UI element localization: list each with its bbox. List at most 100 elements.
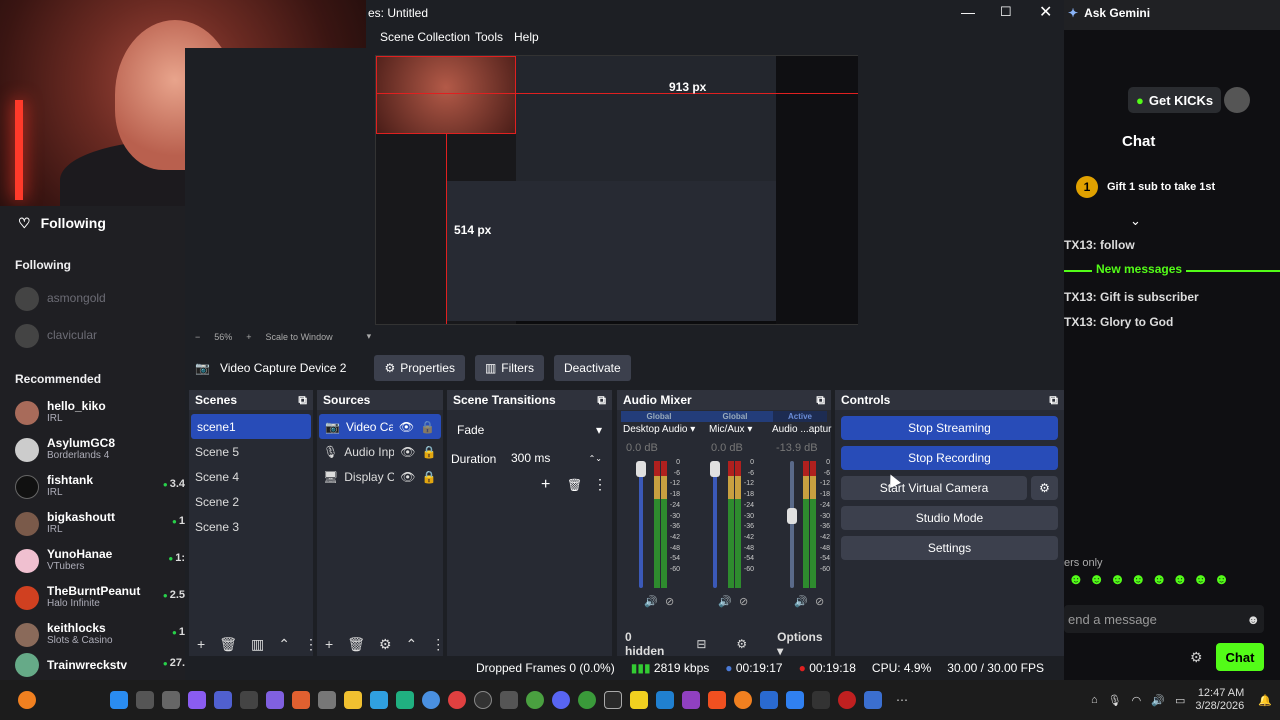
obs-icon[interactable] bbox=[474, 691, 492, 709]
monitor-off-icon[interactable]: ⊘ bbox=[665, 595, 674, 608]
emote-row[interactable]: ☻ ☻ ☻ ☻ ☻ ☻ ☻ ☻ bbox=[1064, 571, 1280, 593]
emote-icon[interactable]: ☻ bbox=[1151, 571, 1167, 593]
app-icon[interactable] bbox=[500, 691, 518, 709]
lock-icon[interactable]: 🔒 bbox=[421, 445, 436, 459]
more-icon[interactable]: ⋯ bbox=[896, 693, 908, 707]
chevron-up-icon[interactable]: ⌃ bbox=[278, 636, 290, 653]
brave-icon[interactable] bbox=[708, 691, 726, 709]
following-header[interactable]: ♡ Following bbox=[0, 206, 185, 240]
fader-knob[interactable] bbox=[710, 461, 720, 477]
undock-icon[interactable]: ⧉ bbox=[298, 393, 307, 408]
app-icon[interactable] bbox=[396, 691, 414, 709]
app-icon[interactable] bbox=[214, 691, 232, 709]
add-icon[interactable]: + bbox=[541, 476, 550, 494]
gear-icon[interactable]: ⚙ bbox=[736, 637, 747, 651]
sidebar-channel[interactable]: asmongold bbox=[0, 280, 185, 317]
widget-icon[interactable] bbox=[18, 691, 36, 709]
filter-icon[interactable]: ▥ bbox=[251, 636, 264, 653]
monitor-off-icon[interactable]: ⊘ bbox=[815, 595, 824, 608]
network-icon[interactable]: ⌂ bbox=[1091, 694, 1098, 706]
eye-icon[interactable]: 👁 bbox=[399, 420, 414, 434]
app-icon[interactable] bbox=[240, 691, 258, 709]
battery-icon[interactable]: ▭ bbox=[1175, 694, 1185, 707]
clock[interactable]: 12:47 AM 3/28/2026 bbox=[1195, 687, 1244, 713]
scene-item[interactable]: scene1 bbox=[191, 414, 311, 439]
start-icon[interactable] bbox=[110, 691, 128, 709]
trash-icon[interactable]: 🗑 bbox=[347, 636, 365, 653]
volume-fader[interactable] bbox=[713, 461, 717, 588]
speaker-icon[interactable]: 🔊 bbox=[794, 595, 808, 608]
browser-icon[interactable] bbox=[448, 691, 466, 709]
app-icon[interactable] bbox=[812, 691, 830, 709]
menu-help[interactable]: Help bbox=[514, 30, 539, 44]
scene-item[interactable]: Scene 3 bbox=[189, 514, 313, 539]
sidebar-channel[interactable]: AsylumGC8 Borderlands 4 bbox=[0, 431, 185, 468]
close-icon[interactable]: ✕ bbox=[1039, 2, 1052, 22]
emote-icon[interactable]: ☻ bbox=[1130, 571, 1146, 593]
eye-icon[interactable]: 👁 bbox=[400, 445, 415, 459]
gear-icon[interactable]: ⚙ bbox=[1190, 649, 1203, 666]
volume-icon[interactable]: 🔊 bbox=[1151, 694, 1165, 707]
emote-icon[interactable]: ☻ bbox=[1089, 571, 1105, 593]
zoom-out-icon[interactable]: − bbox=[195, 332, 200, 342]
start-virtual-camera-button[interactable]: Start Virtual Camera bbox=[841, 476, 1027, 500]
wifi-icon[interactable]: ◠ bbox=[1132, 694, 1142, 707]
sidebar-channel[interactable]: keithlocksSlots & Casino 1 bbox=[0, 616, 185, 653]
menu-scene-collection[interactable]: Scene Collection bbox=[380, 30, 470, 44]
preview-webcam-source[interactable] bbox=[376, 56, 516, 134]
app-icon[interactable] bbox=[864, 691, 882, 709]
layout-icon[interactable]: ⊟ bbox=[696, 637, 706, 651]
volume-fader[interactable] bbox=[639, 461, 643, 588]
emote-icon[interactable]: ☻ bbox=[1214, 571, 1230, 593]
app-icon[interactable] bbox=[656, 691, 674, 709]
chevron-up-icon[interactable]: ⌃ bbox=[406, 636, 418, 653]
app-icon[interactable] bbox=[578, 691, 596, 709]
speaker-icon[interactable]: 🔊 bbox=[644, 595, 658, 608]
app-icon[interactable] bbox=[370, 691, 388, 709]
app-icon[interactable] bbox=[838, 691, 856, 709]
gift-banner[interactable]: Gift 1 sub to take 1st bbox=[1107, 181, 1215, 193]
app-icon[interactable] bbox=[188, 691, 206, 709]
app-icon[interactable] bbox=[630, 691, 648, 709]
zoom-in-icon[interactable]: + bbox=[246, 332, 251, 342]
transition-select[interactable]: Fade ▾ bbox=[451, 418, 608, 442]
chrome-icon[interactable] bbox=[526, 691, 544, 709]
mixer-options-button[interactable]: Options ▾ bbox=[777, 630, 823, 658]
sidebar-channel[interactable]: Trainwreckstv 27. bbox=[0, 653, 185, 677]
volume-fader[interactable] bbox=[790, 461, 794, 588]
fader-knob[interactable] bbox=[636, 461, 646, 477]
eye-icon[interactable]: 👁 bbox=[400, 470, 415, 484]
notification-icon[interactable]: 🔔 bbox=[1258, 694, 1272, 707]
trash-icon[interactable]: 🗑 bbox=[219, 636, 237, 653]
stop-streaming-button[interactable]: Stop Streaming bbox=[841, 416, 1058, 440]
undock-icon[interactable]: ⧉ bbox=[816, 393, 825, 408]
deactivate-button[interactable]: Deactivate bbox=[553, 355, 631, 381]
emoji-icon[interactable]: ☻ bbox=[1246, 612, 1260, 627]
source-item[interactable]: 📷 Video Cap 👁 🔒 bbox=[319, 414, 441, 439]
undock-icon[interactable]: ⧉ bbox=[597, 393, 606, 408]
chat-message-input[interactable]: end a message ☻ bbox=[1064, 605, 1264, 633]
scene-item[interactable]: Scene 5 bbox=[189, 439, 313, 464]
undock-icon[interactable]: ⧉ bbox=[1049, 393, 1058, 408]
scene-item[interactable]: Scene 2 bbox=[189, 489, 313, 514]
app-icon[interactable] bbox=[292, 691, 310, 709]
add-icon[interactable]: + bbox=[325, 636, 333, 652]
chevron-down-icon[interactable]: ⌄ bbox=[1130, 213, 1141, 229]
emote-icon[interactable]: ☻ bbox=[1068, 571, 1084, 593]
discord-icon[interactable] bbox=[552, 691, 570, 709]
maximize-icon[interactable]: ☐ bbox=[1000, 4, 1012, 20]
source-item[interactable]: 🎙 Audio Inp 👁 🔒 bbox=[317, 439, 443, 464]
app-icon[interactable] bbox=[266, 691, 284, 709]
scene-item[interactable]: Scene 4 bbox=[189, 464, 313, 489]
properties-button[interactable]: ⚙ Properties bbox=[374, 355, 465, 381]
sidebar-channel[interactable]: bigkashouttIRL 1 bbox=[0, 505, 185, 542]
studio-mode-button[interactable]: Studio Mode bbox=[841, 506, 1058, 530]
get-kicks-button[interactable]: ● Get KICKs bbox=[1128, 87, 1222, 113]
monitor-off-icon[interactable]: ⊘ bbox=[739, 595, 748, 608]
strip-name[interactable]: Audio ...aptur bbox=[772, 424, 831, 435]
fader-knob[interactable] bbox=[787, 508, 797, 524]
filters-button[interactable]: ▥ Filters bbox=[474, 355, 544, 381]
app-icon[interactable] bbox=[318, 691, 336, 709]
strip-name[interactable]: Mic/Aux ▾ bbox=[709, 424, 752, 435]
speaker-icon[interactable]: 🔊 bbox=[718, 595, 732, 608]
